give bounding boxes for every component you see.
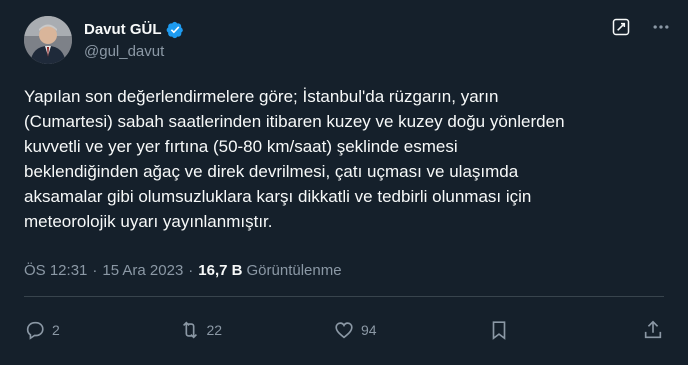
- top-actions: [610, 16, 672, 38]
- reply-button[interactable]: 2: [24, 319, 84, 341]
- repost-button[interactable]: 22: [179, 319, 239, 341]
- like-icon: [335, 322, 353, 339]
- bookmark-button[interactable]: [488, 319, 548, 341]
- share-icon: [644, 320, 662, 339]
- tweet-time[interactable]: ÖS 12:31: [24, 262, 87, 279]
- verified-badge-icon: [166, 21, 184, 39]
- handle[interactable]: @gul_davut: [84, 42, 184, 62]
- tweet-meta: ÖS 12:31 · 15 Ara 2023 · 16,7 B Görüntül…: [24, 262, 342, 279]
- avatar[interactable]: [24, 16, 72, 64]
- reply-icon: [26, 321, 44, 340]
- tweet-card: Davut GÜL @gul_davut Yapılan son değerle…: [0, 0, 688, 365]
- meta-separator: ·: [188, 262, 194, 279]
- reply-count: 2: [52, 322, 60, 338]
- action-bar: 2 22 94: [24, 312, 664, 348]
- divider: [24, 296, 664, 297]
- views-label: Görüntülenme: [246, 262, 342, 279]
- tweet-text: Yapılan son değerlendirmelere göre; İsta…: [24, 87, 565, 231]
- repost-icon: [182, 321, 197, 339]
- tweet-date[interactable]: 15 Ara 2023: [102, 262, 183, 279]
- share-button[interactable]: [642, 319, 664, 341]
- tweet-header: Davut GÜL @gul_davut: [24, 16, 672, 72]
- author-names: Davut GÜL @gul_davut: [84, 20, 184, 62]
- bookmark-icon: [492, 321, 505, 340]
- name-row: Davut GÜL: [84, 20, 184, 40]
- repost-count: 22: [206, 322, 223, 338]
- display-name[interactable]: Davut GÜL: [84, 20, 162, 40]
- like-button[interactable]: 94: [333, 319, 393, 341]
- like-count: 94: [361, 322, 377, 338]
- more-icon[interactable]: [650, 16, 672, 38]
- views-count: 16,7 B: [198, 262, 243, 279]
- grok-icon[interactable]: [610, 16, 632, 38]
- meta-separator: ·: [92, 262, 98, 279]
